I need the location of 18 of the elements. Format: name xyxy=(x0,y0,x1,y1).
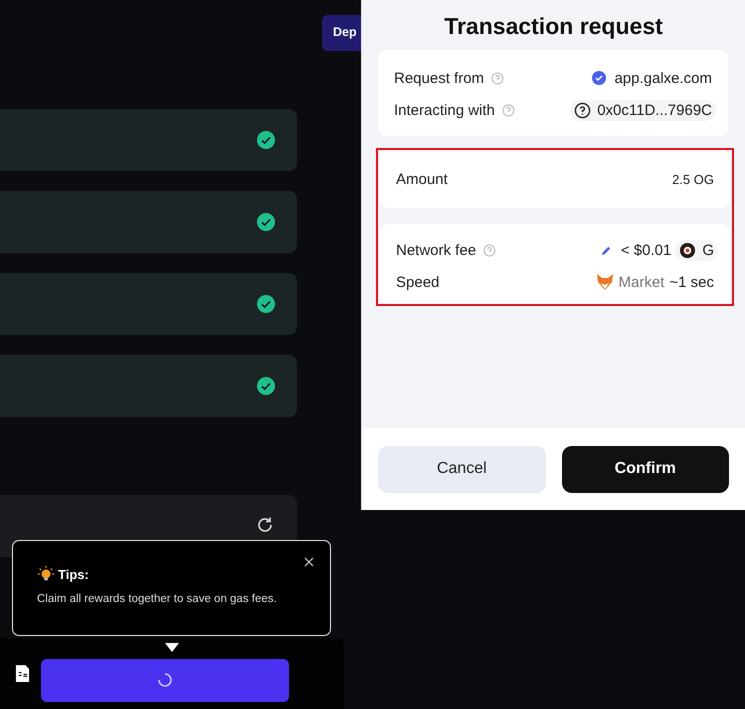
tips-title: Tips: xyxy=(58,566,89,582)
confirm-button[interactable]: Confirm xyxy=(562,446,729,492)
request-origin: app.galxe.com xyxy=(614,70,712,86)
speed-mode: Market xyxy=(618,274,664,290)
address-chip[interactable]: 0x0c11D...7969C xyxy=(570,100,716,120)
field-label: Interacting with xyxy=(394,102,495,118)
speed-time: ~1 sec xyxy=(669,274,714,290)
field-label: Network fee xyxy=(396,242,476,258)
tips-message: Claim all rewards together to save on gas fees. xyxy=(37,593,278,605)
field-label: Amount xyxy=(396,170,448,188)
cancel-button[interactable]: Cancel xyxy=(378,446,546,492)
amount-value: 2.5 OG xyxy=(672,172,714,186)
modal-title: Transaction request xyxy=(443,13,664,40)
token-chip[interactable]: G xyxy=(675,240,718,260)
fee-value: < $0.01 xyxy=(620,242,672,258)
deposit-button[interactable]: Dep xyxy=(322,15,361,51)
field-label: Request from xyxy=(394,70,484,86)
field-label: Speed xyxy=(396,274,440,290)
